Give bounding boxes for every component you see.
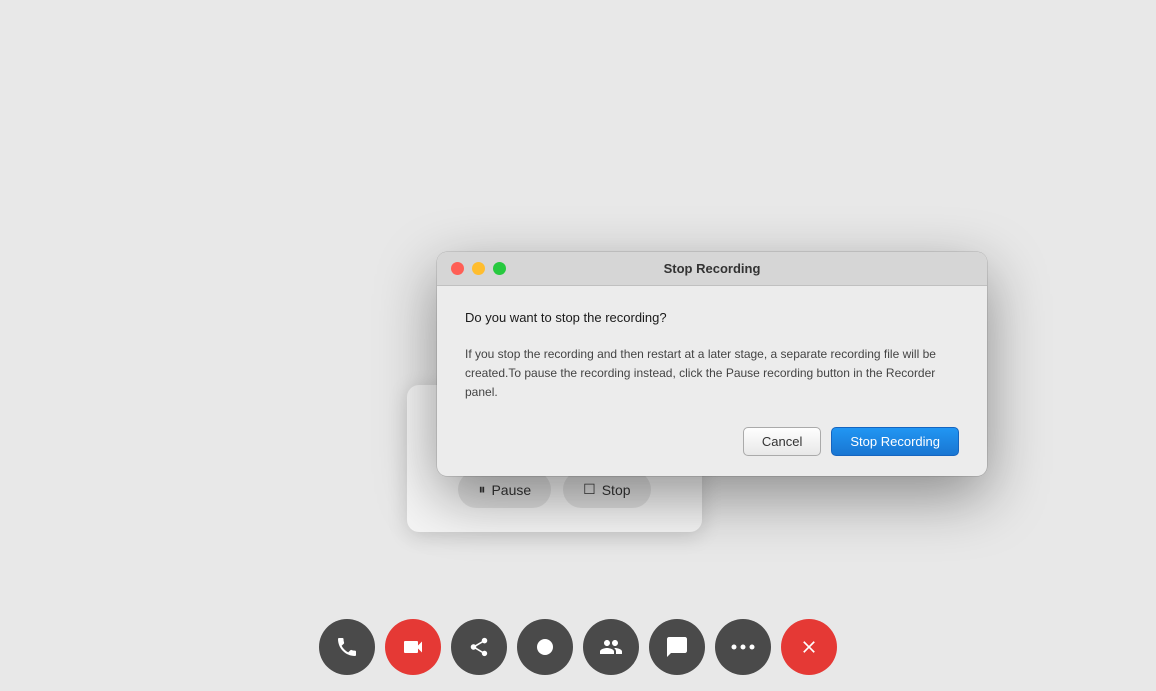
stop-recording-button[interactable]: Stop Recording [831,427,959,456]
dialog-titlebar: Stop Recording [437,252,987,286]
maximize-button[interactable] [493,262,506,275]
chat-button[interactable] [649,619,705,675]
share-button[interactable] [451,619,507,675]
dialog-body: Do you want to stop the recording? If yo… [437,286,987,476]
stop-button[interactable]: ☐ Stop [563,471,650,508]
chat-icon [665,635,689,659]
minimize-button[interactable] [472,262,485,275]
dialog-title: Stop Recording [664,261,761,276]
dialog-info: If you stop the recording and then resta… [465,345,959,403]
share-icon [468,636,490,658]
participants-button[interactable] [583,619,639,675]
dialog-actions: Cancel Stop Recording [465,427,959,456]
titlebar-buttons [451,262,506,275]
stop-icon: ☐ [583,481,596,498]
more-button[interactable] [715,619,771,675]
pause-button[interactable]: ⏸ Pause [458,471,551,508]
participants-icon [599,635,623,659]
cancel-button[interactable]: Cancel [743,427,821,456]
bottom-toolbar [319,619,837,675]
dialog-question: Do you want to stop the recording? [465,310,959,325]
video-icon [401,635,425,659]
end-icon [799,637,819,657]
end-button[interactable] [781,619,837,675]
video-button[interactable] [385,619,441,675]
phone-button[interactable] [319,619,375,675]
pause-icon: ⏸ [478,481,485,498]
stop-recording-dialog: Stop Recording Do you want to stop the r… [437,252,987,476]
recorder-controls: ⏸ Pause ☐ Stop [431,471,678,508]
phone-icon [335,635,359,659]
close-button[interactable] [451,262,464,275]
more-icon [731,644,755,650]
record-button[interactable] [517,619,573,675]
record-icon [533,635,557,659]
